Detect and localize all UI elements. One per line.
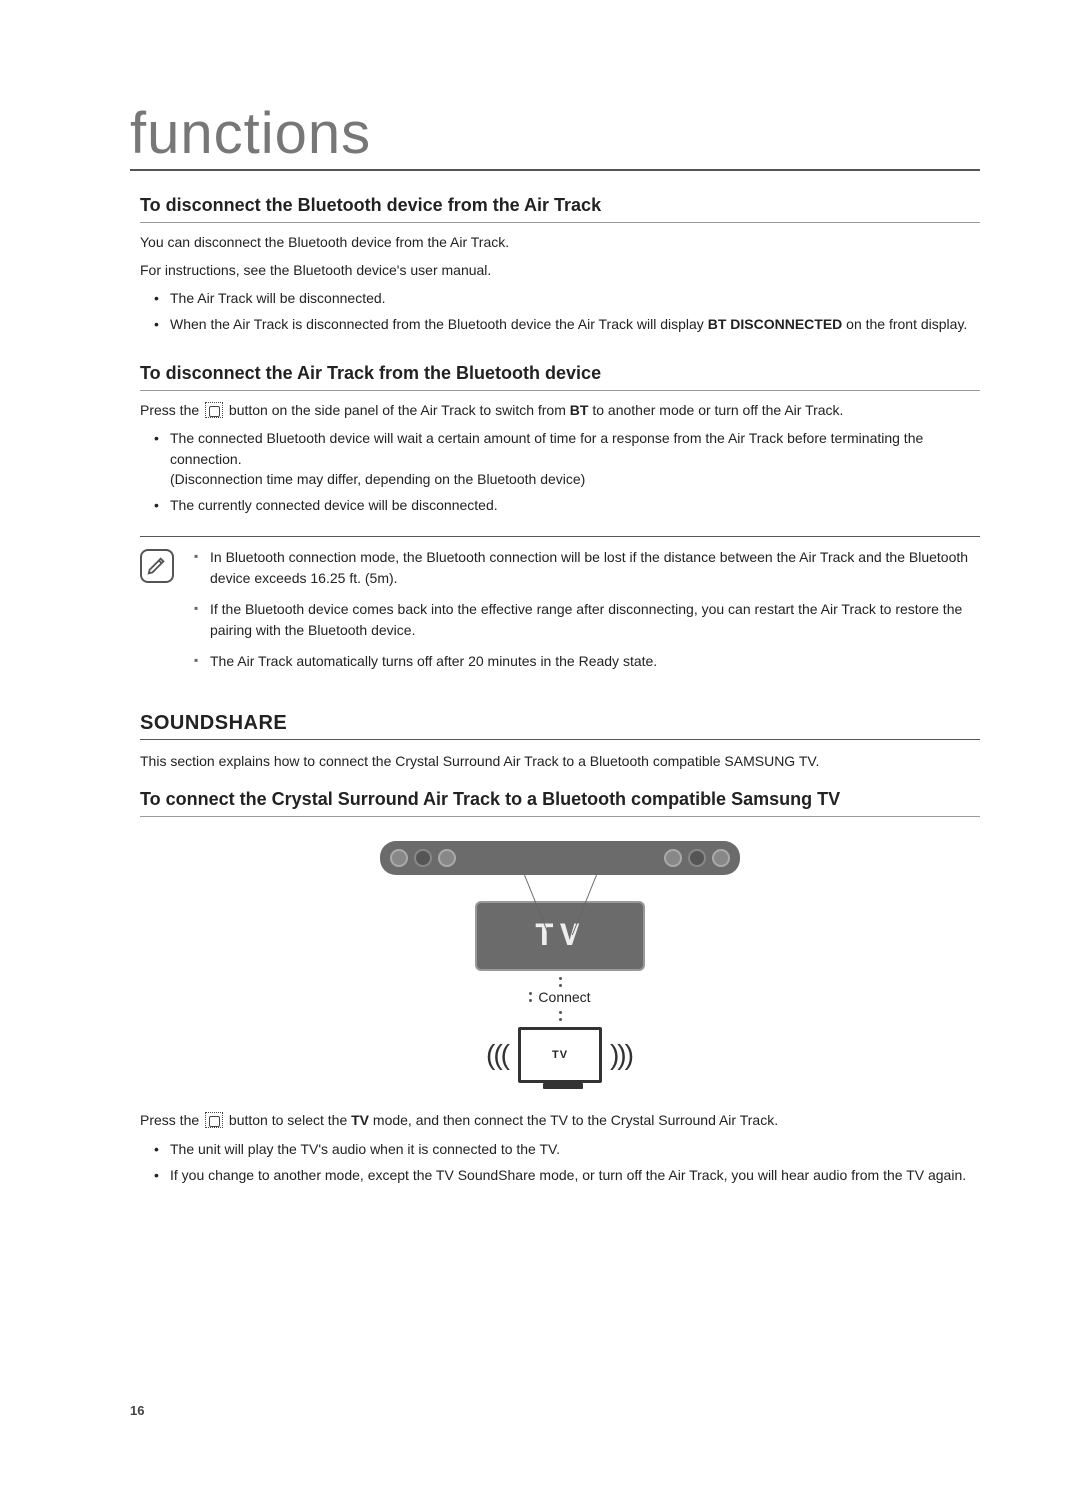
soundbar-button-icon	[664, 849, 682, 867]
soundbar-button-icon	[414, 849, 432, 867]
tv-graphic: TV	[518, 1027, 602, 1083]
soundbar-button-icon	[688, 849, 706, 867]
sec2-bullet-1: The connected Bluetooth device will wait…	[158, 428, 980, 489]
sec1-intro1: You can disconnect the Bluetooth device …	[140, 233, 980, 253]
sec2-intro: Press the button on the side panel of th…	[140, 401, 980, 421]
heading-disconnect-airtrack: To disconnect the Air Track from the Blu…	[140, 363, 980, 391]
sec2-intro-mid: button on the side panel of the Air Trac…	[225, 402, 570, 418]
soundbar-right-buttons	[664, 849, 730, 867]
note-block: In Bluetooth connection mode, the Blueto…	[140, 536, 980, 682]
front-display-graphic: TV	[475, 901, 645, 971]
page-number: 16	[130, 1403, 144, 1418]
source-button-icon	[205, 1112, 223, 1128]
sec2-bullet-2: The currently connected device will be d…	[158, 495, 980, 515]
page-title: functions	[130, 100, 980, 171]
signal-wave-icon: (((	[486, 1039, 508, 1071]
tv-row: ((( TV (((	[486, 1027, 634, 1083]
sec1-intro2: For instructions, see the Bluetooth devi…	[140, 261, 980, 281]
soundshare-bullets: The unit will play the TV's audio when i…	[140, 1139, 980, 1186]
sec1-b2-bold: BT DISCONNECTED	[708, 316, 843, 332]
note-list: In Bluetooth connection mode, the Blueto…	[194, 547, 980, 682]
source-button-icon	[205, 402, 223, 418]
connection-dots-icon	[559, 1011, 562, 1021]
press-mid: button to select the	[225, 1112, 351, 1128]
sec2-b1-l1: The connected Bluetooth device will wait…	[170, 428, 980, 469]
note-3: The Air Track automatically turns off af…	[194, 651, 980, 672]
sec2-intro-pre: Press the	[140, 402, 203, 418]
connect-label: Connect	[538, 989, 590, 1005]
sec2-b1-l2: (Disconnection time may differ, dependin…	[170, 469, 980, 489]
ss-bullet-1: The unit will play the TV's audio when i…	[158, 1139, 980, 1159]
connection-diagram: TV Connect ((( TV (((	[140, 841, 980, 1083]
sec2-bullets: The connected Bluetooth device will wait…	[140, 428, 980, 515]
heading-connect-tv: To connect the Crystal Surround Air Trac…	[140, 789, 980, 817]
signal-wave-icon: (((	[612, 1039, 634, 1071]
soundbar-button-icon	[712, 849, 730, 867]
sec1-b2-pre: When the Air Track is disconnected from …	[170, 316, 708, 332]
heading-soundshare: SOUNDSHARE	[140, 712, 980, 740]
sec1-bullets: The Air Track will be disconnected. When…	[140, 288, 980, 335]
sec1-b2-post: on the front display.	[842, 316, 967, 332]
note-2: If the Bluetooth device comes back into …	[194, 599, 980, 641]
soundbar-left-buttons	[390, 849, 456, 867]
press-instruction: Press the button to select the TV mode, …	[140, 1111, 980, 1131]
sec1-bullet-2: When the Air Track is disconnected from …	[158, 314, 980, 334]
page-content: To disconnect the Bluetooth device from …	[130, 195, 980, 1185]
note-pencil-icon	[140, 549, 174, 583]
soundbar-button-icon	[438, 849, 456, 867]
ss-bullet-2: If you change to another mode, except th…	[158, 1165, 980, 1185]
press-pre: Press the	[140, 1112, 203, 1128]
soundshare-intro: This section explains how to connect the…	[140, 752, 980, 772]
note-1: In Bluetooth connection mode, the Blueto…	[194, 547, 980, 589]
heading-disconnect-device: To disconnect the Bluetooth device from …	[140, 195, 980, 223]
sec2-intro-post: to another mode or turn off the Air Trac…	[588, 402, 843, 418]
press-post: mode, and then connect the TV to the Cry…	[369, 1112, 778, 1128]
connection-dots-icon	[529, 992, 532, 1002]
sec1-bullet-1: The Air Track will be disconnected.	[158, 288, 980, 308]
soundbar-button-icon	[390, 849, 408, 867]
press-bold: TV	[351, 1112, 369, 1128]
sec2-intro-bold: BT	[570, 402, 589, 418]
connection-dots-icon	[559, 977, 562, 987]
connect-row: Connect	[529, 989, 590, 1005]
soundbar-graphic	[380, 841, 740, 875]
